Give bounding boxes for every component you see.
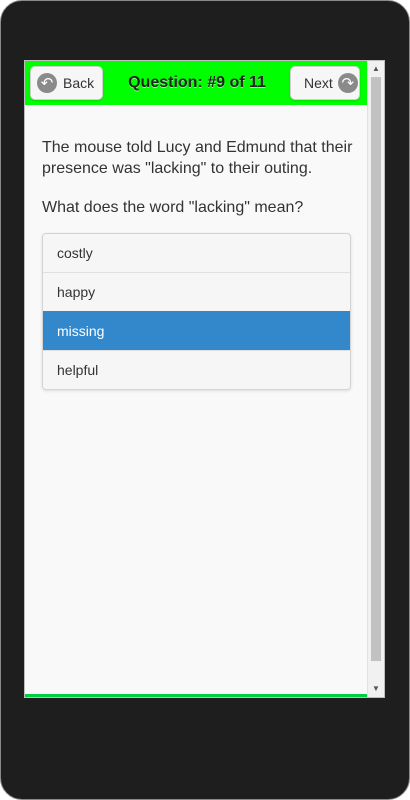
answer-list: costly happy missing helpful — [42, 233, 351, 390]
next-arrow-icon: ↷ — [337, 73, 358, 93]
answer-option[interactable]: helpful — [43, 350, 350, 389]
question-text: The mouse told Lucy and Edmund that thei… — [42, 137, 360, 236]
back-button[interactable]: ↶ Back — [30, 66, 103, 100]
question-passage: The mouse told Lucy and Edmund that thei… — [42, 139, 353, 177]
footer-accent-bar — [25, 694, 367, 697]
app-screen: ↶ Back Question: #9 of 11 Next ↷ The mou… — [24, 60, 385, 698]
next-button-label: Next — [304, 75, 333, 91]
answer-option[interactable]: happy — [43, 272, 350, 311]
answer-option[interactable]: missing — [43, 311, 350, 350]
scrollbar-thumb[interactable] — [371, 77, 381, 661]
page-title: Question: #9 of 11 — [128, 74, 266, 91]
answer-option[interactable]: costly — [43, 234, 350, 272]
vertical-scrollbar[interactable]: ▲ ▼ — [367, 61, 384, 697]
back-arrow-icon: ↶ — [37, 73, 57, 93]
back-button-label: Back — [63, 75, 95, 91]
device-frame: ↶ Back Question: #9 of 11 Next ↷ The mou… — [0, 0, 410, 800]
scroll-down-arrow-icon[interactable]: ▼ — [368, 682, 384, 696]
question-prompt: What does the word "lacking" mean? — [42, 199, 304, 216]
next-button[interactable]: Next ↷ — [290, 66, 360, 100]
scroll-up-arrow-icon[interactable]: ▲ — [368, 62, 384, 76]
header-bar: ↶ Back Question: #9 of 11 Next ↷ — [25, 61, 367, 105]
